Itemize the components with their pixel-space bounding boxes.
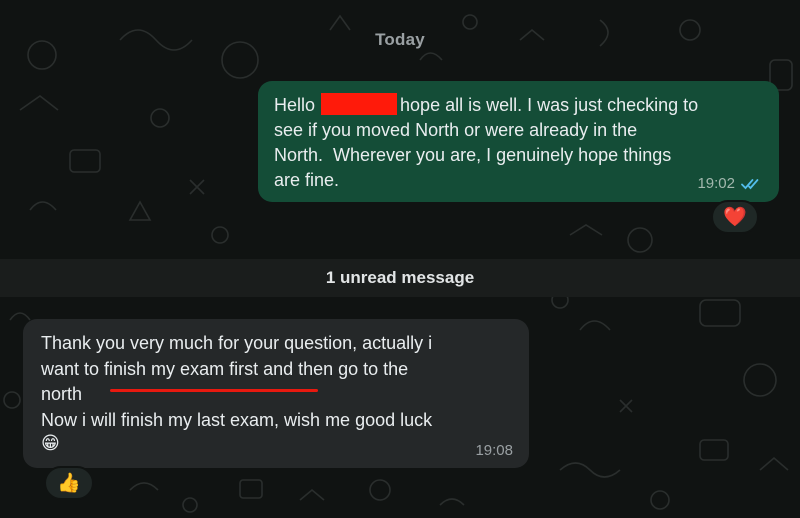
- redacted-name-block: [321, 93, 398, 115]
- double-check-read-icon: [741, 178, 759, 189]
- red-underline-annotation: [110, 389, 318, 392]
- thumbs-up-icon: 👍: [57, 473, 81, 494]
- outgoing-time: 19:02: [697, 175, 735, 192]
- date-separator: Today: [375, 30, 425, 49]
- outgoing-message-meta: 19:02: [697, 175, 763, 192]
- unread-banner-label: 1 unread message: [325, 268, 475, 287]
- heart-reaction[interactable]: ❤️: [711, 200, 759, 234]
- thumbs-up-reaction[interactable]: 👍: [44, 466, 94, 500]
- incoming-time: 19:08: [475, 442, 513, 459]
- heart-icon: ❤️: [723, 207, 747, 228]
- grinning-face-icon: 😁: [41, 433, 60, 453]
- unread-messages-banner: 1 unread message: [0, 259, 800, 297]
- outgoing-message-text: Hello hope all is well. I was just checki…: [274, 93, 761, 193]
- incoming-message-text: Thank you very much for your question, a…: [41, 333, 433, 430]
- incoming-message-bubble[interactable]: Thank you very much for your question, a…: [23, 319, 529, 468]
- greeting-text: Hello: [274, 95, 316, 115]
- outgoing-message-bubble[interactable]: Hello hope all is well. I was just checki…: [258, 81, 779, 202]
